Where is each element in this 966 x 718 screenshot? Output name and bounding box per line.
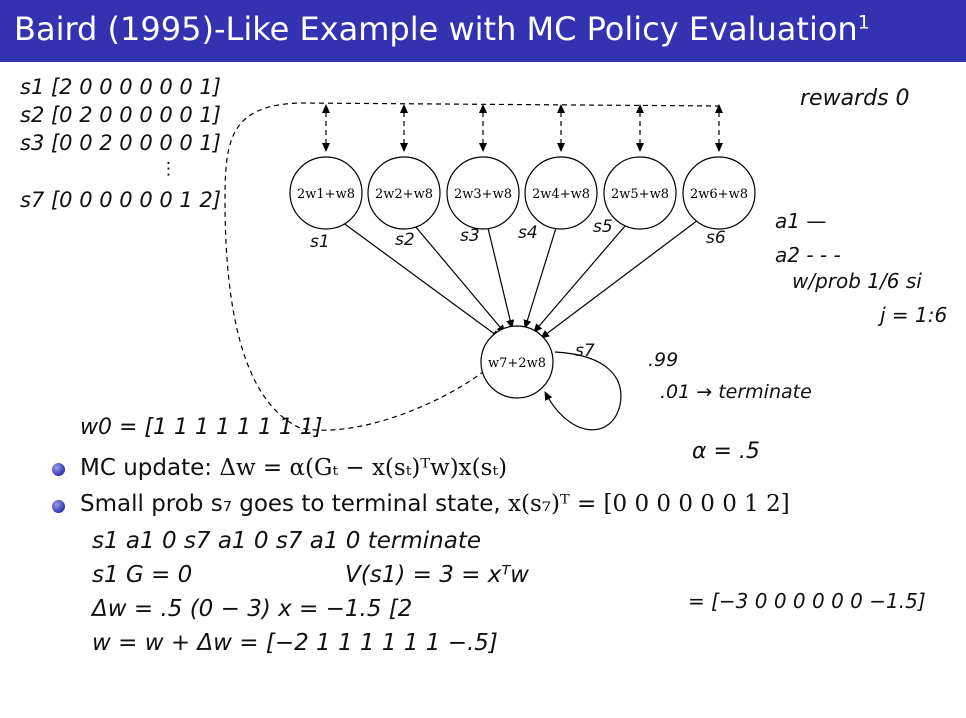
a1-note: a1 — (775, 209, 826, 233)
j-range-note: j = 1:6 (877, 303, 947, 327)
w0-note: w0 = [1 1 1 1 1 1 1 1] (80, 415, 323, 440)
state-label-s5: s5 (593, 217, 613, 237)
feature-s1-note: s1 [2 0 0 0 0 0 0 1] (20, 75, 221, 99)
node-s2-label: 2w2+w8 (375, 187, 433, 202)
self-loop-arrow (544, 351, 622, 431)
node-s4: 2w4+w8 (524, 156, 598, 230)
delta-note: Δw = .5 (0 − 3) x = −1.5 [2 (90, 596, 412, 622)
diagram-canvas: 2w1+w8 2w2+w8 2w3+w8 2w4+w8 2w5+w8 2w6+w… (20, 75, 947, 656)
value-note: V(s1) = 3 = xᵀw (345, 562, 529, 588)
node-s6-label: 2w6+w8 (690, 187, 748, 202)
node-s3: 2w3+w8 (446, 156, 520, 230)
state-label-s6: s6 (706, 228, 726, 248)
node-s2: 2w2+w8 (367, 156, 441, 230)
bullet-2: Small prob s₇ goes to terminal state, x(… (80, 491, 790, 517)
feature-s7-note: s7 [0 0 0 0 0 0 1 2] (20, 188, 221, 212)
title-text: Baird (1995)-Like Example with MC Policy… (14, 10, 858, 48)
node-s7-label: w7+2w8 (488, 356, 546, 371)
state-label-s3: s3 (460, 226, 480, 246)
transition-arrow-5 (533, 225, 626, 333)
state-label-s1: s1 (310, 232, 330, 252)
node-s4-label: 2w4+w8 (532, 187, 590, 202)
a2-note: a2 - - - (775, 243, 841, 267)
top-nodes: 2w1+w8 2w2+w8 2w3+w8 2w4+w8 2w5+w8 2w6+w… (289, 156, 756, 230)
bullet-1-prefix: MC update: (80, 455, 220, 481)
feature-dots-note: ⋮ (160, 159, 177, 179)
node-s7: w7+2w8 (480, 325, 554, 399)
node-s6: 2w6+w8 (682, 156, 756, 230)
update-note: w = w + Δw = [−2 1 1 1 1 1 1 −.5] (92, 630, 498, 656)
transition-arrow-6 (540, 219, 699, 339)
return-note: s1 G = 0 (92, 562, 192, 588)
dashed-arrows (322, 104, 723, 152)
node-s5: 2w5+w8 (603, 156, 677, 230)
dashed-connector-top (224, 102, 721, 431)
bullet-2-formula: x(s₇)ᵀ = [0 0 0 0 0 0 1 2] (508, 491, 790, 517)
transition-arrow-4 (523, 227, 557, 329)
feature-s3-note: s3 [0 0 2 0 0 0 0 1] (20, 131, 221, 155)
wprob-note: w/prob 1/6 si (792, 269, 922, 293)
p-stay-note: .99 (648, 349, 678, 371)
bullet-dot-2 (52, 500, 65, 513)
bullet-1: MC update: Δw = α(Gₜ − x(sₜ)ᵀw)x(sₜ) (80, 455, 507, 481)
node-s5-label: 2w5+w8 (611, 187, 669, 202)
slide-title: Baird (1995)-Like Example with MC Policy… (14, 10, 870, 48)
state-label-s7: s7 (575, 341, 595, 361)
rewards-note: rewards 0 (800, 86, 910, 111)
alpha-note: α = .5 (692, 439, 760, 464)
bullet-2-prefix: Small prob s₇ goes to terminal state, (80, 491, 509, 517)
episode-note: s1 a1 0 s7 a1 0 s7 a1 0 terminate (92, 528, 481, 554)
bullet-1-formula: Δw = α(Gₜ − x(sₜ)ᵀw)x(sₜ) (219, 455, 508, 481)
state-label-s2: s2 (395, 230, 415, 250)
p-term-note: .01 → terminate (660, 381, 812, 403)
title-bar: Baird (1995)-Like Example with MC Policy… (0, 0, 966, 62)
right-vector-note: = [−3 0 0 0 0 0 0 −1.5] (688, 589, 926, 613)
transition-arrow-3 (487, 227, 515, 329)
node-s1: 2w1+w8 (289, 156, 363, 230)
node-s1-label: 2w1+w8 (297, 187, 355, 202)
state-label-s4: s4 (518, 223, 538, 243)
feature-s2-note: s2 [0 2 0 0 0 0 0 1] (20, 103, 221, 127)
footnote-mark: 1 (857, 11, 870, 34)
bullet-dot-1 (52, 463, 65, 476)
node-s3-label: 2w3+w8 (454, 187, 512, 202)
